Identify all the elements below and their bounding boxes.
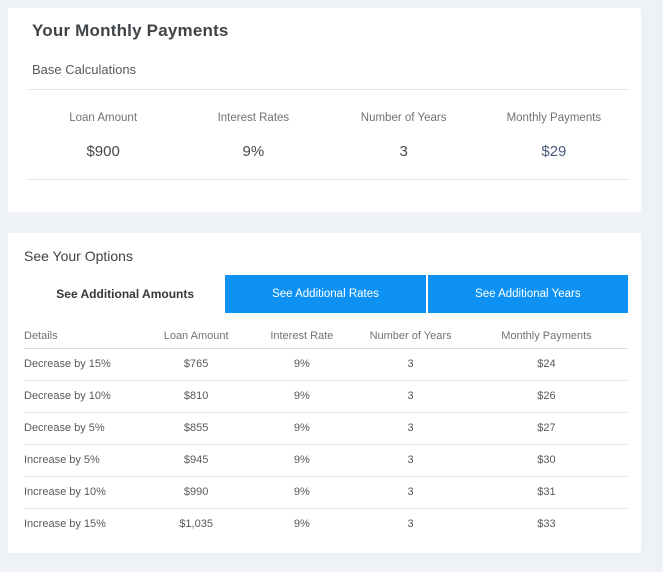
- header-loan-amount: Loan Amount: [144, 325, 248, 349]
- summary-col-number-of-years: Number of Years 3: [329, 90, 479, 162]
- tab-see-additional-rates[interactable]: See Additional Rates: [225, 275, 426, 313]
- summary-col-monthly-payments: Monthly Payments $29: [479, 90, 629, 162]
- header-details: Details: [24, 325, 145, 349]
- cell-interest-rate: 9%: [247, 444, 357, 477]
- table-row: Increase by 5% $945 9% 3 $30: [24, 444, 628, 477]
- table-row: Decrease by 5% $855 9% 3 $27: [24, 412, 628, 445]
- cell-monthly-payments: $33: [537, 518, 556, 531]
- cell-loan-amount: $765: [144, 348, 248, 381]
- monthly-payments-card: Your Monthly Payments Base Calculations …: [8, 8, 641, 212]
- base-calculations-label: Base Calculations: [32, 62, 137, 77]
- table-header-row: Details Loan Amount Interest Rate Number…: [24, 325, 628, 349]
- cell-details: Increase by 10%: [24, 476, 145, 509]
- cell-monthly-payments: $27: [464, 412, 628, 445]
- cell-loan-amount: $945: [144, 444, 248, 477]
- cell-monthly-payments: $31: [464, 476, 628, 509]
- interest-rates-header: Interest Rates: [217, 112, 290, 124]
- cell-loan-amount: $810: [144, 380, 248, 413]
- table-row: Increase by 15% $1,035 9% 3 $33: [24, 508, 628, 540]
- cell-number-of-years: 3: [356, 476, 465, 509]
- cell-loan-amount: $1,035: [179, 518, 213, 531]
- cell-details: Decrease by 15%: [24, 348, 145, 381]
- cell-interest-rate: 9%: [247, 476, 357, 509]
- number-of-years-value: 3: [399, 143, 408, 160]
- header-number-of-years: Number of Years: [356, 325, 465, 349]
- table-row: Increase by 10% $990 9% 3 $31: [24, 476, 628, 509]
- options-title: See Your Options: [24, 248, 133, 264]
- cell-monthly-payments: $24: [464, 348, 628, 381]
- cell-details: Increase by 15%: [24, 518, 106, 531]
- cell-number-of-years: 3: [356, 380, 465, 413]
- page-title: Your Monthly Payments: [32, 21, 229, 40]
- header-interest-rate: Interest Rate: [247, 325, 357, 349]
- divider: [28, 179, 629, 180]
- cell-loan-amount: $855: [144, 412, 248, 445]
- loan-amount-value: $900: [86, 143, 120, 160]
- interest-rates-value: 9%: [242, 143, 265, 160]
- cell-monthly-payments: $30: [464, 444, 628, 477]
- cell-interest-rate: 9%: [247, 348, 357, 381]
- number-of-years-header: Number of Years: [360, 112, 447, 124]
- header-monthly-payments: Monthly Payments: [464, 325, 628, 349]
- cell-details: Decrease by 10%: [24, 380, 145, 413]
- monthly-payments-header: Monthly Payments: [506, 112, 602, 124]
- cell-number-of-years: 3: [407, 518, 414, 531]
- cell-number-of-years: 3: [356, 412, 465, 445]
- summary-col-loan-amount: Loan Amount $900: [28, 90, 178, 162]
- cell-details: Increase by 5%: [24, 444, 145, 477]
- cell-number-of-years: 3: [356, 348, 465, 381]
- cell-interest-rate: 9%: [247, 380, 357, 413]
- summary-col-interest-rates: Interest Rates 9%: [178, 90, 328, 162]
- options-tab-bar: See Additional Amounts See Additional Ra…: [25, 275, 628, 313]
- cell-interest-rate: 9%: [247, 412, 357, 445]
- cell-details: Decrease by 5%: [24, 412, 145, 445]
- base-calculation-summary: Loan Amount $900 Interest Rates 9% Numbe…: [28, 90, 629, 162]
- cell-number-of-years: 3: [356, 444, 465, 477]
- cell-loan-amount: $990: [144, 476, 248, 509]
- cell-monthly-payments: $26: [464, 380, 628, 413]
- options-card: See Your Options See Additional Amounts …: [8, 233, 641, 553]
- tab-see-additional-amounts[interactable]: See Additional Amounts: [25, 275, 226, 313]
- monthly-payments-value: $29: [541, 143, 567, 160]
- table-row: Decrease by 15% $765 9% 3 $24: [24, 348, 628, 381]
- options-table: Details Loan Amount Interest Rate Number…: [24, 325, 628, 540]
- loan-calculator-page: Your Monthly Payments Base Calculations …: [0, 0, 663, 572]
- cell-interest-rate: 9%: [293, 518, 310, 531]
- tab-see-additional-years[interactable]: See Additional Years: [425, 275, 628, 313]
- loan-amount-header: Loan Amount: [69, 112, 138, 124]
- table-row: Decrease by 10% $810 9% 3 $26: [24, 380, 628, 413]
